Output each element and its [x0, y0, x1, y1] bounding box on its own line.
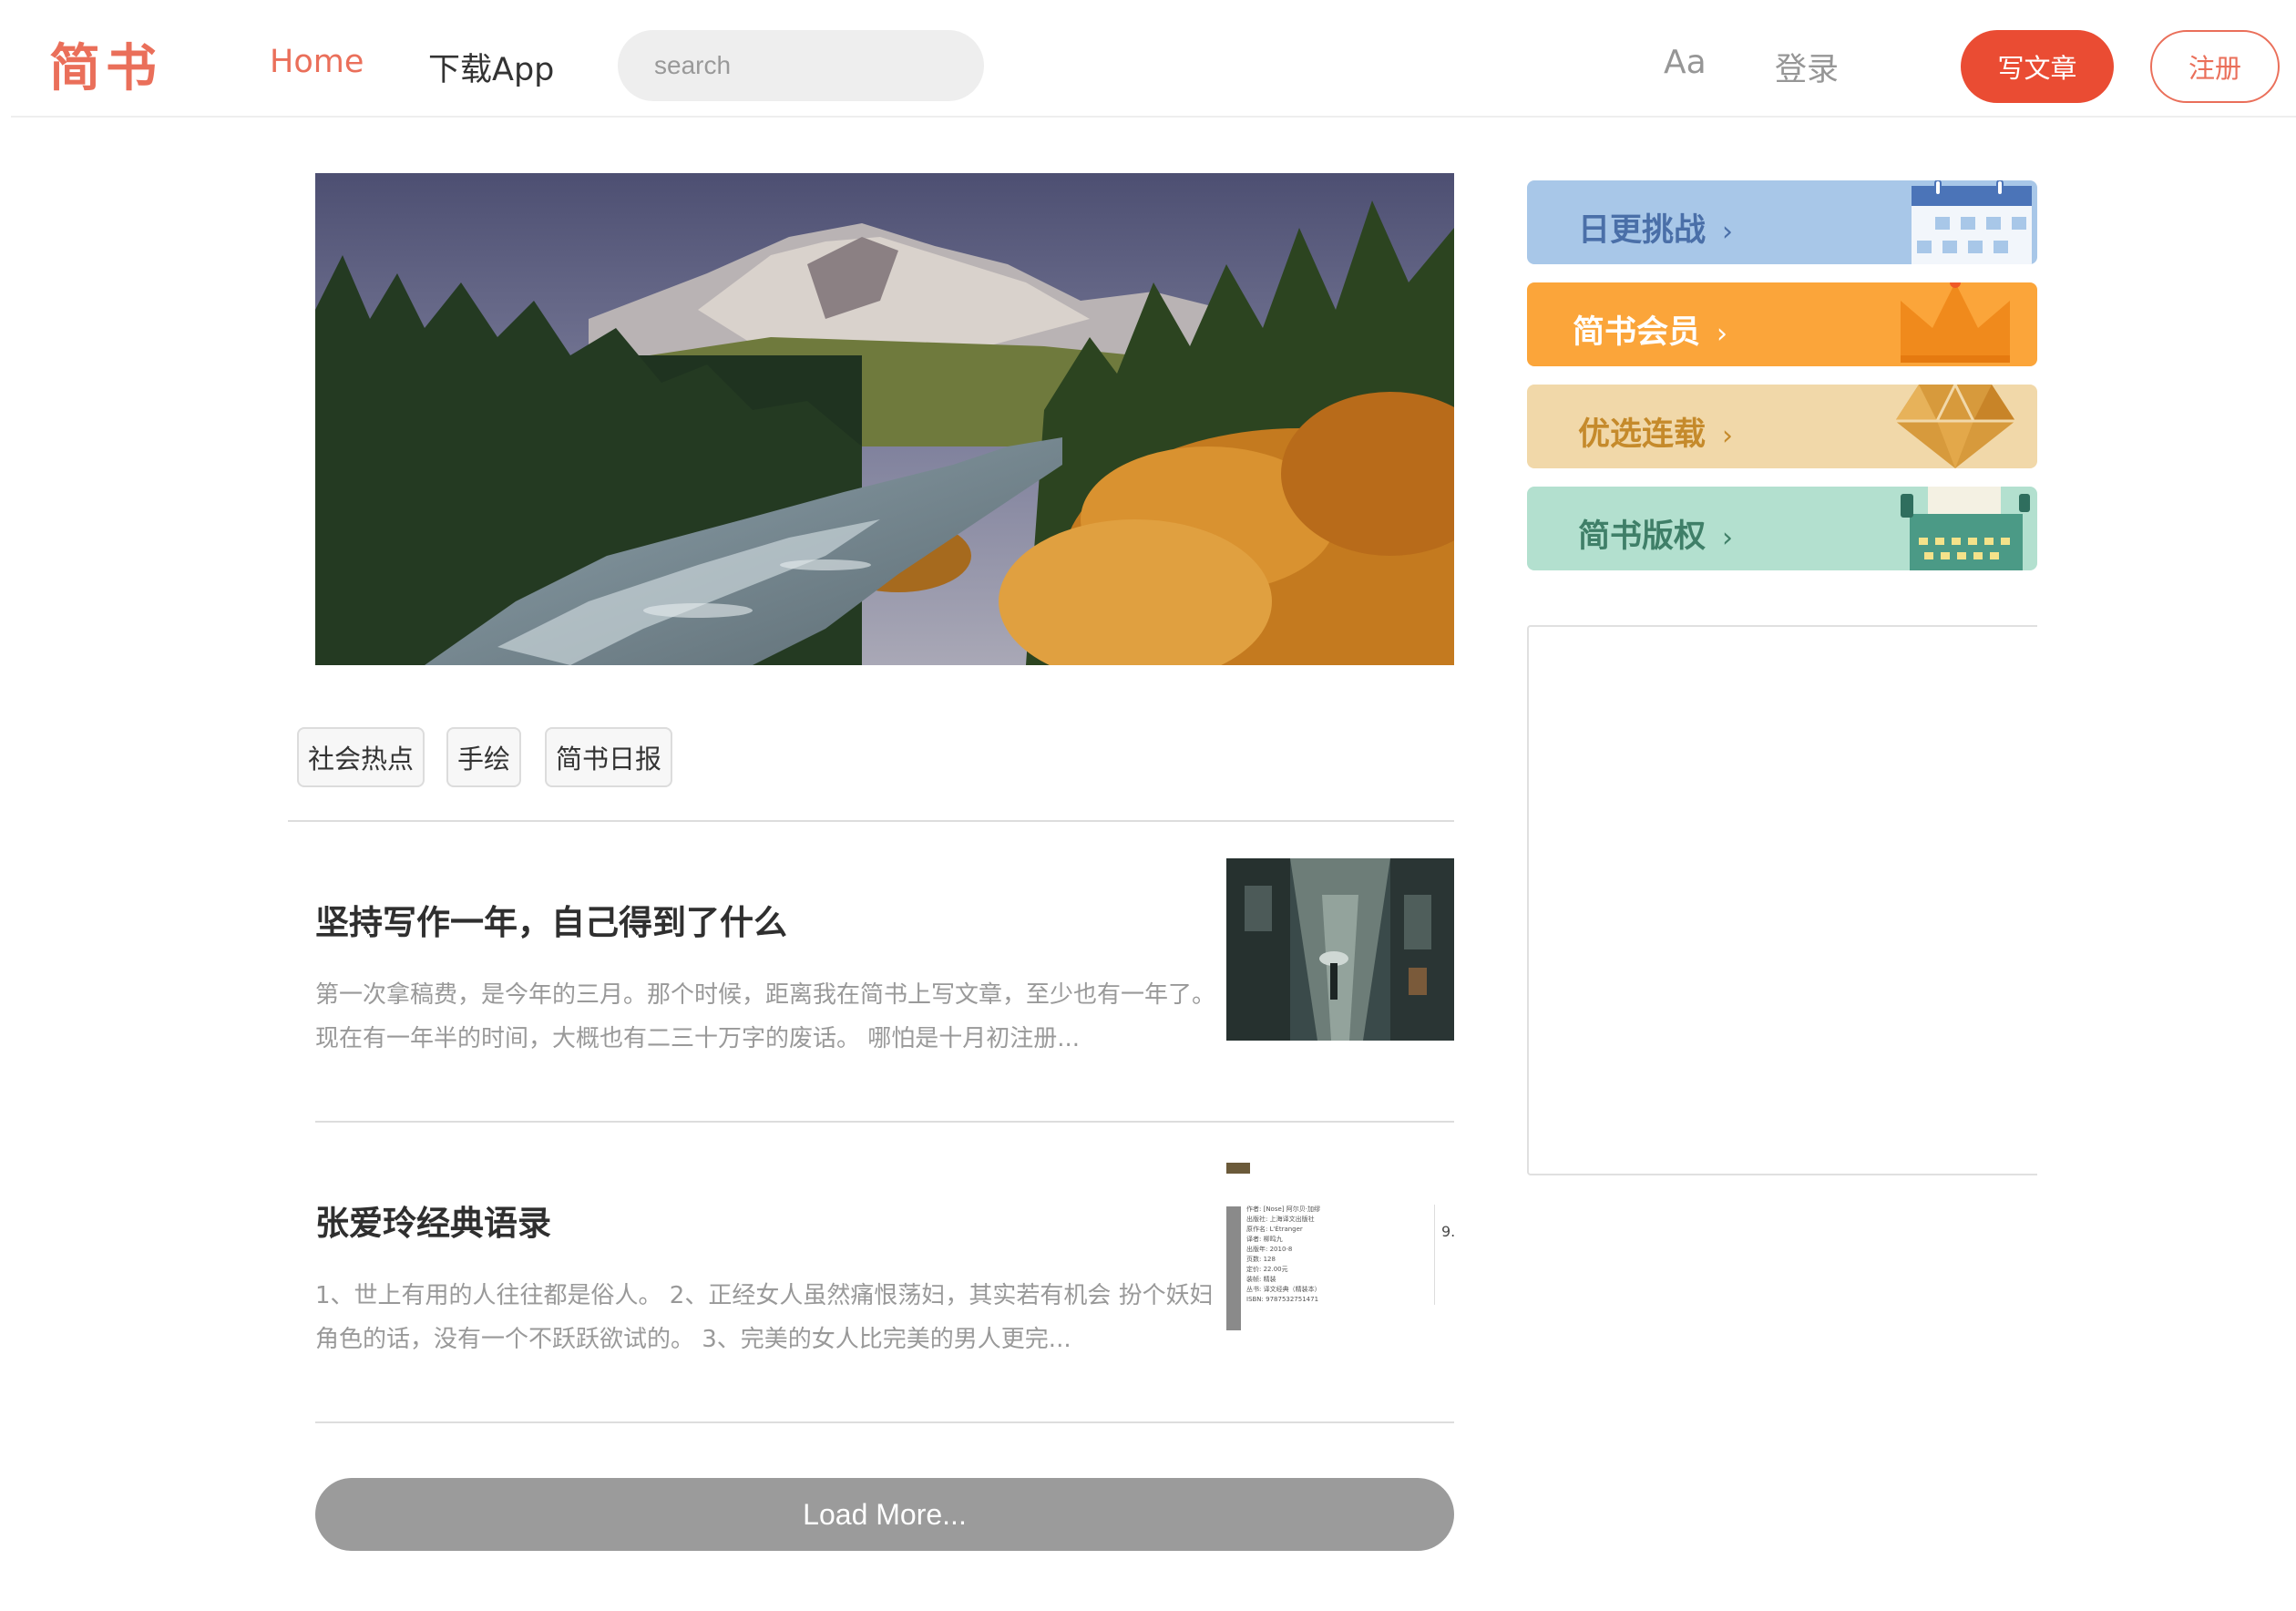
topic-tag[interactable]: 简书日报 — [545, 727, 673, 787]
article-thumbnail[interactable]: 作者: [Nose] 阿尔贝·加缪 出版社: 上海译文出版社 原作名: L'Ét… — [1226, 1159, 1454, 1341]
article-divider — [315, 1121, 1454, 1123]
side-card-membership[interactable]: 简书会员 › — [1527, 282, 2037, 366]
banner-image[interactable] — [315, 173, 1454, 665]
login-link[interactable]: 登录 — [1775, 44, 1839, 90]
card-label: 简书版权 › — [1578, 518, 1734, 555]
register-button[interactable]: 注册 — [2150, 30, 2280, 103]
write-article-button[interactable]: 写文章 — [1961, 30, 2114, 103]
article-title[interactable]: 坚持写作一年，自己得到了什么 — [315, 895, 787, 944]
sidebar-panel — [1527, 625, 2037, 1175]
article-abstract: 第一次拿稿费，是今年的三月。那个时候，距离我在简书上写文章，至少也有一年了。现在… — [315, 981, 1216, 1052]
article-title[interactable]: 张爱玲经典语录 — [315, 1195, 551, 1245]
crown-icon — [1901, 282, 2010, 363]
load-more-button[interactable]: Load More... — [315, 1478, 1454, 1551]
article-abstract: 1、世上有用的人往往都是俗人。 2、正经女人虽然痛恨荡妇，其实若有机会 扮个妖妇… — [315, 1282, 1214, 1353]
nav-download-app-link[interactable]: 下载App — [428, 44, 554, 90]
article-thumbnail[interactable] — [1226, 858, 1454, 1041]
book-rating: 9. — [1441, 1223, 1454, 1240]
chevron-right-icon: › — [1717, 318, 1728, 350]
tags-divider — [288, 820, 1454, 822]
typewriter-icon — [1901, 487, 2030, 570]
search-input[interactable] — [618, 30, 984, 101]
top-navbar: 简书 Home 下载App Aa 登录 写文章 注册 — [11, 0, 2296, 118]
chevron-right-icon: › — [1722, 420, 1734, 452]
side-card-daily-challenge[interactable]: 日更挑战 › — [1527, 180, 2037, 264]
card-label: 日更挑战 › — [1578, 212, 1734, 249]
book-badge — [1226, 1163, 1250, 1174]
nav-home-link[interactable]: Home — [270, 44, 364, 80]
book-cover — [1226, 1206, 1241, 1330]
font-size-toggle[interactable]: Aa — [1664, 44, 1707, 81]
topic-tag[interactable]: 手绘 — [446, 727, 522, 787]
side-card-serials[interactable]: 优选连载 › — [1527, 385, 2037, 468]
diamond-icon — [1895, 385, 2015, 468]
book-info: 作者: [Nose] 阿尔贝·加缪 出版社: 上海译文出版社 原作名: L'Ét… — [1246, 1206, 1321, 1303]
card-label: 简书会员 › — [1573, 314, 1728, 351]
topic-tag[interactable]: 社会热点 — [297, 727, 425, 787]
side-card-copyright[interactable]: 简书版权 › — [1527, 487, 2037, 570]
article-divider — [315, 1421, 1454, 1423]
book-divider — [1434, 1205, 1435, 1305]
calendar-icon — [1912, 180, 2032, 264]
chevron-right-icon: › — [1722, 216, 1734, 248]
chevron-right-icon: › — [1722, 522, 1734, 554]
card-label: 优选连载 › — [1578, 416, 1734, 453]
logo[interactable]: 简书 — [49, 27, 162, 101]
